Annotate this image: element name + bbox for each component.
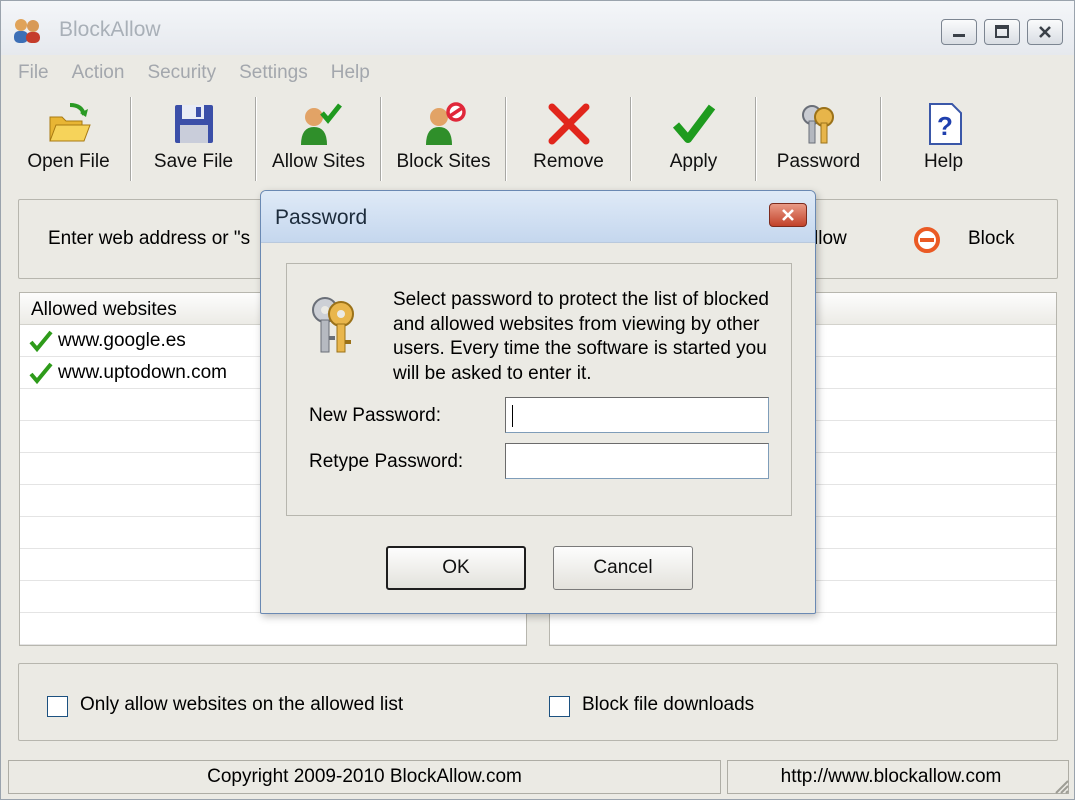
resize-grip-icon[interactable] (1050, 775, 1070, 795)
close-button[interactable] (1027, 19, 1063, 45)
block-button-label[interactable]: Block (968, 228, 1014, 250)
status-copyright: Copyright 2009-2010 BlockAllow.com (8, 760, 721, 794)
close-icon (1039, 26, 1051, 38)
save-file-button[interactable]: Save File (132, 95, 255, 183)
tool-label: Password (776, 151, 861, 172)
folder-open-icon (48, 103, 91, 142)
app-window: BlockAllow File Action Security Settings… (0, 0, 1075, 800)
status-url[interactable]: http://www.blockallow.com (727, 760, 1069, 794)
svg-text:?: ? (937, 111, 953, 141)
allow-button-label[interactable]: llow (814, 228, 847, 250)
keys-icon (801, 105, 834, 144)
tool-label: Save File (153, 151, 234, 172)
close-icon (782, 209, 794, 221)
user-block-icon (425, 102, 466, 145)
new-password-input[interactable] (505, 397, 769, 433)
window-title: BlockAllow (59, 18, 161, 41)
open-file-button[interactable]: Open File (7, 95, 130, 183)
tool-label: Open File (27, 151, 110, 172)
maximize-button[interactable] (984, 19, 1020, 45)
menu-security[interactable]: Security (147, 62, 216, 84)
minimize-button[interactable] (941, 19, 977, 45)
maximize-icon (995, 25, 1009, 38)
block-downloads-label[interactable]: Block file downloads (582, 694, 754, 716)
check-icon (29, 362, 53, 385)
title-bar: BlockAllow (1, 1, 1074, 55)
help-document-icon: ? (928, 103, 962, 145)
list-item-label: www.google.es (58, 330, 186, 351)
app-users-icon (14, 19, 40, 43)
retype-password-label: Retype Password: (309, 451, 464, 472)
menu-settings[interactable]: Settings (239, 62, 308, 84)
dialog-description: Select password to protect the list of b… (393, 289, 769, 384)
options-panel: Only allow websites on the allowed list … (18, 663, 1058, 741)
remove-button[interactable]: Remove (507, 95, 630, 183)
tool-label: Help (923, 151, 964, 172)
minimize-icon (953, 34, 965, 37)
menu-action[interactable]: Action (72, 62, 125, 84)
cancel-button[interactable]: Cancel (553, 546, 693, 590)
floppy-disk-icon (174, 105, 213, 143)
apply-button[interactable]: Apply (632, 95, 755, 183)
password-group: Select password to protect the list of b… (286, 263, 792, 516)
address-label: Enter web address or "s (48, 228, 251, 249)
menu-bar: File Action Security Settings Help (1, 57, 1074, 89)
block-downloads-checkbox[interactable] (549, 696, 570, 717)
block-sites-button[interactable]: Block Sites (382, 95, 505, 183)
tool-label: Allow Sites (272, 151, 365, 172)
toolbar: Open File Save File Allow Sites Block Si… (7, 95, 1069, 185)
dialog-close-button[interactable] (769, 203, 807, 227)
password-dialog: Password Select password to protect the … (260, 190, 816, 614)
help-button[interactable]: ? Help (882, 95, 1005, 183)
allow-sites-button[interactable]: Allow Sites (257, 95, 380, 183)
user-check-icon (300, 103, 342, 145)
tool-label: Remove (533, 151, 604, 172)
menu-help[interactable]: Help (331, 62, 370, 84)
tool-label: Block Sites (396, 151, 491, 172)
dialog-title: Password (275, 206, 368, 229)
new-password-label: New Password: (309, 405, 441, 426)
password-button[interactable]: Password (757, 95, 880, 183)
ok-button[interactable]: OK (386, 546, 526, 590)
retype-password-input[interactable] (505, 443, 769, 479)
only-allow-checkbox[interactable] (47, 696, 68, 717)
tool-label: Apply (669, 151, 718, 172)
block-icon[interactable] (912, 225, 942, 255)
check-icon (29, 330, 53, 353)
red-x-icon (548, 103, 589, 145)
list-item-label: www.uptodown.com (58, 362, 227, 383)
dialog-title-bar: Password (261, 191, 815, 243)
green-check-icon (672, 104, 715, 143)
text-caret (512, 405, 513, 427)
keys-icon (312, 297, 354, 353)
only-allow-label[interactable]: Only allow websites on the allowed list (80, 694, 403, 716)
menu-file[interactable]: File (18, 62, 49, 84)
